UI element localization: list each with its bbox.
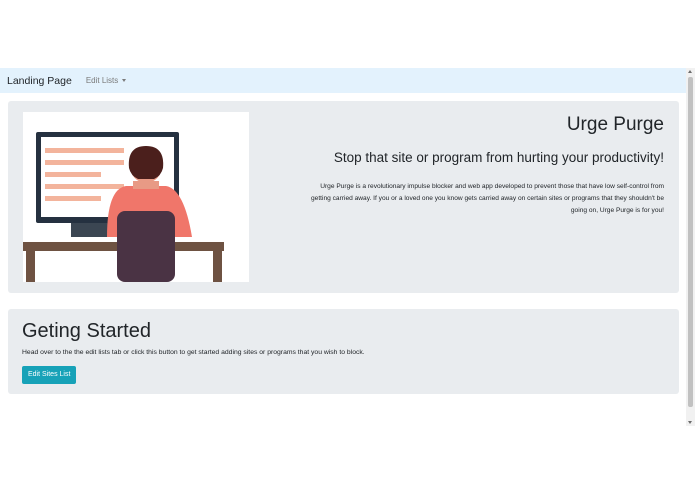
getting-started-jumbotron: Geting Started Head over to the the edit… (8, 309, 679, 394)
hero-jumbotron: Urge Purge Stop that site or program fro… (8, 101, 679, 293)
getting-started-title: Geting Started (22, 320, 151, 342)
edit-sites-list-button[interactable]: Edit Sites List (22, 366, 77, 384)
vertical-scrollbar[interactable] (686, 68, 695, 426)
browser-viewport: Landing Page Edit Lists Urge Purge Stop … (0, 68, 695, 426)
scroll-up-arrow-icon[interactable] (688, 70, 692, 73)
navbar: Landing Page Edit Lists (0, 68, 686, 93)
caret-down-icon (122, 79, 127, 82)
hero-subtitle: Stop that site or program from hurting y… (333, 150, 664, 165)
hero-title: Urge Purge (566, 114, 664, 135)
hero-description: Urge Purge is a revolutionary impulse bl… (311, 183, 664, 214)
person-at-computer-illustration (23, 132, 224, 282)
navbar-brand[interactable]: Landing Page (7, 75, 72, 87)
nav-edit-lists-label: Edit Lists (85, 76, 119, 85)
hero-illustration (23, 112, 249, 282)
scroll-down-arrow-icon[interactable] (688, 421, 692, 424)
getting-started-text: Head over to the the edit lists tab or c… (22, 349, 365, 356)
scrollbar-thumb[interactable] (688, 77, 693, 407)
nav-edit-lists-dropdown[interactable]: Edit Lists (85, 76, 127, 85)
